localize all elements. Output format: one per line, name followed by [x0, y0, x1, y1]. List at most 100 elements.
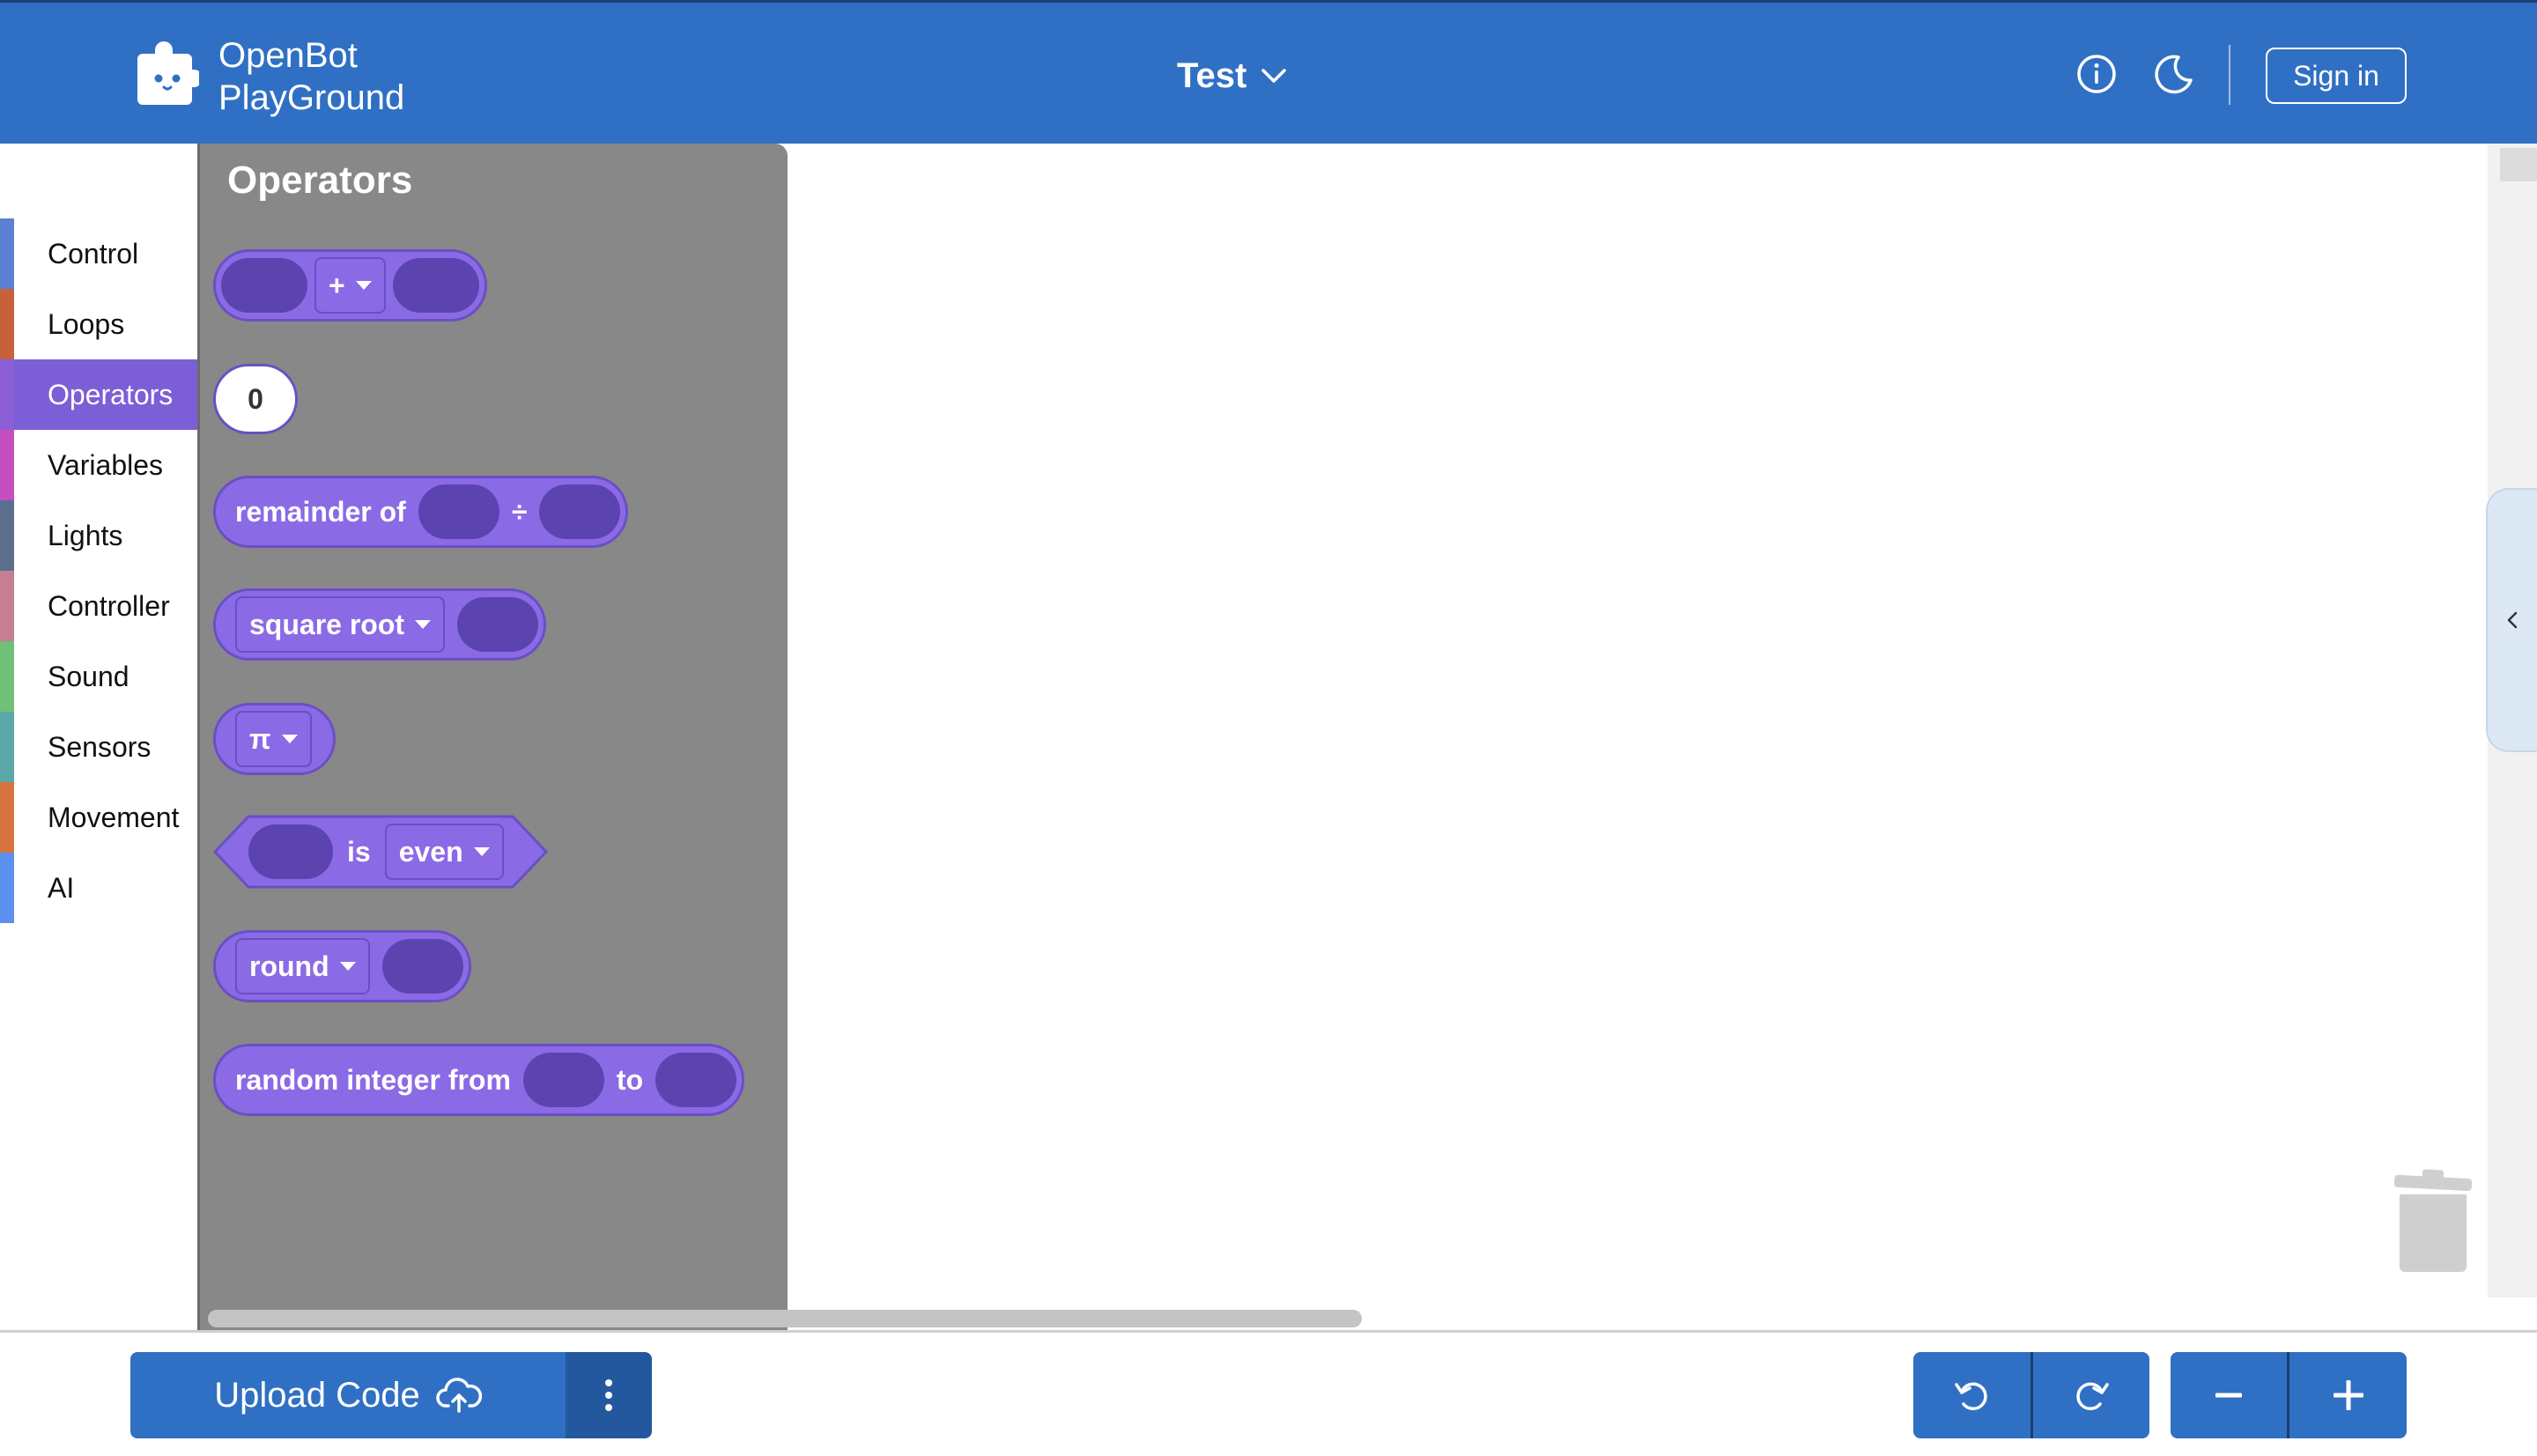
category-color-stripe: [0, 853, 14, 923]
moon-icon[interactable]: [2151, 52, 2195, 96]
number-property-block[interactable]: is even: [213, 815, 548, 889]
redo-button[interactable]: [2033, 1352, 2149, 1438]
horizontal-scrollbar[interactable]: [208, 1310, 1362, 1327]
category-color-stripe: [0, 571, 14, 641]
zoom-out-button[interactable]: [2171, 1352, 2287, 1438]
category-color-stripe: [0, 289, 14, 359]
category-label: Controller: [48, 589, 170, 622]
input-slot-from[interactable]: [522, 1053, 604, 1107]
block-workspace[interactable]: [788, 144, 2488, 1330]
category-label: Sensors: [48, 730, 152, 763]
number-block[interactable]: 0: [213, 364, 298, 434]
category-ai[interactable]: AI: [0, 853, 197, 923]
category-controller[interactable]: Controller: [0, 571, 197, 641]
collapse-chevron-icon: [2507, 611, 2518, 629]
app-header: OpenBot PlayGround Test Sign in: [0, 0, 2537, 144]
divide-symbol: ÷: [511, 495, 528, 528]
category-sensors[interactable]: Sensors: [0, 712, 197, 782]
dropdown-arrow-icon: [415, 620, 432, 629]
zoom-out-icon: [2215, 1393, 2242, 1398]
input-slot-value[interactable]: [457, 597, 539, 652]
dropdown-arrow-icon: [355, 281, 372, 290]
category-label: Control: [48, 237, 139, 270]
brand-line-1: OpenBot: [218, 36, 358, 75]
category-operators[interactable]: Operators: [0, 359, 197, 430]
math-function-value: square root: [249, 608, 405, 640]
category-color-stripe: [0, 782, 14, 853]
header-divider: [2229, 45, 2230, 105]
dropdown-arrow-icon: [473, 847, 490, 856]
category-color-stripe: [0, 218, 14, 289]
category-color-stripe: [0, 430, 14, 500]
category-loops[interactable]: Loops: [0, 289, 197, 359]
parity-value: even: [398, 835, 463, 868]
constant-dropdown[interactable]: π: [235, 711, 312, 767]
category-label: Lights: [48, 519, 123, 551]
category-sound[interactable]: Sound: [0, 641, 197, 712]
category-movement[interactable]: Movement: [0, 782, 197, 853]
input-slot-left[interactable]: [221, 258, 307, 313]
constant-block[interactable]: π: [213, 703, 336, 775]
undo-icon: [1955, 1382, 1987, 1411]
undo-button[interactable]: [1913, 1352, 2031, 1438]
number-value: 0: [248, 382, 263, 415]
category-label: Operators: [48, 378, 174, 410]
category-lights[interactable]: Lights: [0, 500, 197, 571]
parity-dropdown[interactable]: even: [384, 824, 504, 880]
upload-code-button[interactable]: Upload Code: [130, 1352, 566, 1438]
category-label: Sound: [48, 660, 129, 692]
sign-in-button[interactable]: Sign in: [2266, 48, 2407, 104]
zoom-in-button[interactable]: [2289, 1352, 2407, 1438]
project-name: Test: [1177, 55, 1247, 95]
toolbox: Control Loops Operators Variables Lights…: [0, 144, 197, 1330]
brand-line-2: PlayGround: [218, 78, 405, 117]
input-slot-value[interactable]: [381, 939, 463, 994]
input-slot-to[interactable]: [655, 1053, 737, 1107]
project-selector[interactable]: Test: [1177, 54, 1287, 98]
math-function-block[interactable]: square root: [213, 588, 547, 661]
round-block[interactable]: round: [213, 930, 471, 1002]
cloud-upload-icon: [436, 1378, 482, 1413]
input-slot-number[interactable]: [248, 824, 333, 879]
info-icon[interactable]: [2075, 52, 2119, 96]
math-function-dropdown[interactable]: square root: [235, 596, 446, 653]
input-slot-divisor[interactable]: [539, 484, 621, 539]
brand-name: OpenBot PlayGround: [218, 34, 404, 119]
is-label: is: [347, 835, 371, 868]
category-label: Loops: [48, 307, 125, 340]
category-color-stripe: [0, 500, 14, 571]
dropdown-arrow-icon: [281, 735, 298, 743]
input-slot-dividend[interactable]: [418, 484, 499, 539]
to-label: to: [616, 1063, 644, 1096]
more-vertical-icon: [605, 1379, 612, 1411]
remainder-block[interactable]: remainder of ÷: [213, 476, 629, 548]
puzzle-logo-icon[interactable]: [132, 41, 199, 108]
round-value: round: [249, 950, 329, 982]
category-color-stripe: [0, 712, 14, 782]
more-options-button[interactable]: [566, 1352, 652, 1438]
category-label: Variables: [48, 448, 164, 481]
code-panel-toggle[interactable]: [2486, 488, 2537, 752]
vertical-scrollbar-thumb[interactable]: [2500, 148, 2537, 181]
random-label: random integer from: [235, 1063, 511, 1096]
category-label: AI: [48, 871, 75, 904]
operator-dropdown[interactable]: +: [314, 257, 386, 314]
operator-value: +: [329, 269, 345, 301]
category-variables[interactable]: Variables: [0, 430, 197, 500]
category-color-stripe: [0, 641, 14, 712]
remainder-label: remainder of: [235, 495, 406, 528]
category-label: Movement: [48, 801, 180, 833]
flyout-title: Operators: [227, 159, 413, 202]
zoom-in-icon: [2333, 1380, 2363, 1410]
random-integer-block[interactable]: random integer from to: [213, 1044, 745, 1116]
chevron-down-icon: [1261, 69, 1287, 83]
trash-icon[interactable]: [2393, 1168, 2474, 1274]
dropdown-arrow-icon: [339, 962, 356, 971]
upload-code-label: Upload Code: [214, 1375, 420, 1415]
arithmetic-block[interactable]: +: [213, 249, 487, 322]
input-slot-right[interactable]: [392, 258, 479, 313]
redo-icon: [2076, 1382, 2109, 1411]
round-dropdown[interactable]: round: [235, 938, 370, 994]
category-control[interactable]: Control: [0, 218, 197, 289]
constant-value: π: [249, 722, 271, 755]
